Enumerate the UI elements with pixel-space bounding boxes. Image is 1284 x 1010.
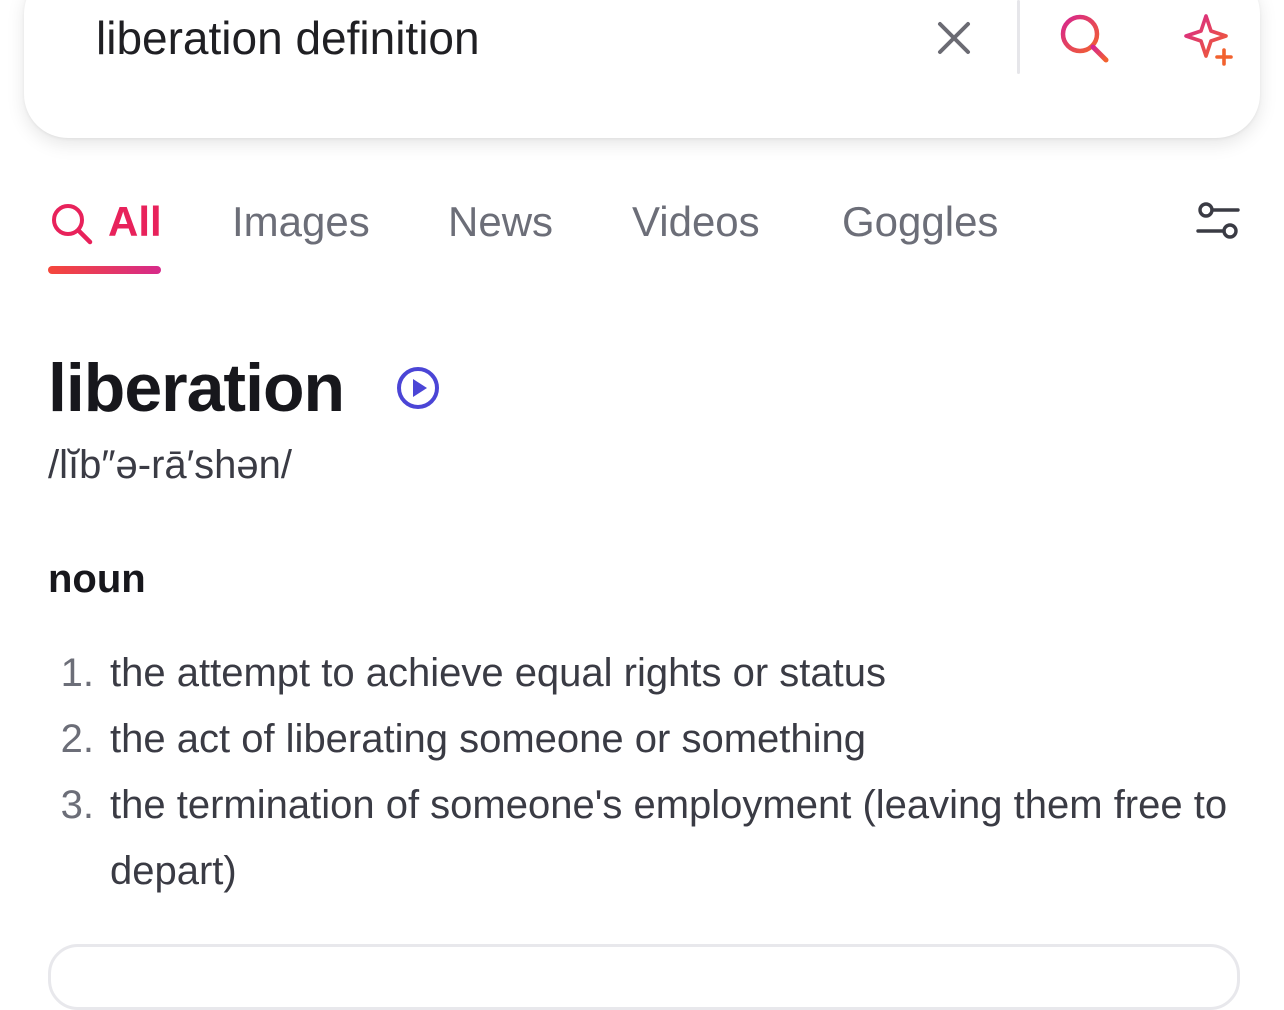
tab-label: All — [108, 198, 162, 245]
tab-news[interactable]: News — [448, 194, 553, 250]
sparkle-ai-icon[interactable] — [1180, 10, 1238, 68]
part-of-speech: noun — [48, 557, 146, 601]
search-icon — [52, 204, 93, 245]
search-input[interactable]: liberation definition — [96, 10, 480, 66]
definition-number: 3. — [60, 783, 94, 827]
pronunciation: /lĭb″ə-rā′shən/ — [48, 443, 293, 487]
search-bar-divider — [1017, 0, 1020, 74]
tab-images[interactable]: Images — [232, 194, 370, 250]
tab-goggles[interactable]: Goggles — [842, 194, 998, 250]
definition-text: the act of liberating someone or somethi… — [110, 717, 866, 761]
definition-text: the attempt to achieve equal rights or s… — [110, 651, 886, 695]
search-bar[interactable]: liberation definition — [24, 0, 1260, 138]
tab-videos[interactable]: Videos — [632, 194, 760, 250]
dictionary-word: liberation — [48, 350, 345, 426]
close-icon[interactable] — [930, 14, 978, 62]
definition-number: 2. — [60, 717, 94, 761]
filter-sliders-icon[interactable] — [1194, 200, 1242, 242]
play-audio-icon[interactable] — [394, 364, 442, 412]
definition-text: the termination of someone's employment … — [110, 783, 1228, 893]
search-tabs: All Images News Videos Goggles — [0, 180, 1284, 280]
next-result-card[interactable] — [48, 944, 1240, 1010]
definition-number: 1. — [60, 651, 94, 695]
active-tab-indicator — [48, 266, 161, 274]
search-icon[interactable] — [1056, 10, 1112, 66]
